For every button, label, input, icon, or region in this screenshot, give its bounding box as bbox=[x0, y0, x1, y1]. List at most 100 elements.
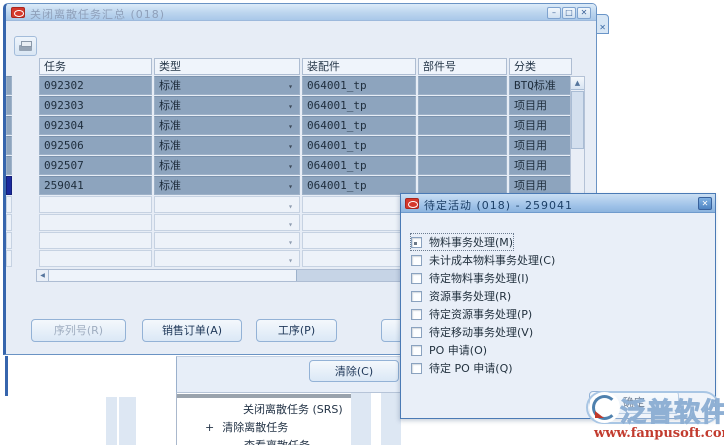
chevron-down-icon[interactable]: ▾ bbox=[284, 218, 297, 231]
chevron-down-icon[interactable]: ▾ bbox=[284, 80, 297, 93]
assembly-cell[interactable] bbox=[302, 232, 416, 249]
type-cell[interactable]: 标准▾ bbox=[154, 136, 300, 155]
record-selector[interactable] bbox=[6, 156, 12, 175]
print-button[interactable] bbox=[14, 36, 37, 56]
checkbox-icon[interactable] bbox=[411, 273, 422, 284]
option-material-transactions[interactable]: 物料事务处理(M) bbox=[411, 234, 513, 250]
task-cell[interactable] bbox=[39, 232, 152, 249]
part-cell[interactable] bbox=[418, 136, 507, 155]
part-cell[interactable] bbox=[418, 96, 507, 115]
assembly-cell[interactable]: 064001_tp bbox=[302, 116, 416, 135]
column-header-assembly[interactable]: 装配件 bbox=[302, 58, 416, 75]
window-titlebar[interactable]: 关闭离散任务汇总 (018) – □ ✕ bbox=[6, 4, 596, 21]
assembly-cell[interactable]: 064001_tp bbox=[302, 76, 416, 95]
clear-button[interactable]: 清除(C) bbox=[309, 360, 399, 382]
assembly-cell[interactable] bbox=[302, 196, 416, 213]
chevron-down-icon[interactable]: ▾ bbox=[284, 200, 297, 213]
checkbox-icon[interactable] bbox=[411, 291, 422, 302]
option-pending-resource-transactions[interactable]: 待定资源事务处理(P) bbox=[411, 306, 532, 322]
task-cell[interactable]: 092507 bbox=[39, 156, 152, 175]
type-cell[interactable]: ▾ bbox=[154, 196, 300, 213]
chevron-down-icon[interactable]: ▾ bbox=[284, 236, 297, 249]
category-cell[interactable]: 项目用 bbox=[509, 156, 572, 175]
scroll-up-icon[interactable]: ▲ bbox=[571, 77, 584, 90]
category-cell[interactable]: BTQ标准 bbox=[509, 76, 572, 95]
task-cell[interactable] bbox=[39, 214, 152, 231]
close-icon[interactable]: ✕ bbox=[599, 23, 606, 32]
checkbox-icon[interactable] bbox=[411, 309, 422, 320]
menu-item-close-discrete-srs[interactable]: 关闭离散任务 (SRS) bbox=[243, 401, 343, 417]
checkbox-icon[interactable] bbox=[411, 255, 422, 266]
category-cell[interactable]: 项目用 bbox=[509, 116, 572, 135]
task-cell[interactable] bbox=[39, 196, 152, 213]
part-cell[interactable] bbox=[418, 156, 507, 175]
operation-button[interactable]: 工序(P) bbox=[256, 319, 337, 342]
record-selector[interactable] bbox=[6, 96, 12, 115]
record-selector[interactable] bbox=[6, 116, 12, 135]
tree-plus-icon[interactable]: + bbox=[205, 421, 214, 434]
column-header-task[interactable]: 任务 bbox=[39, 58, 152, 75]
category-cell[interactable]: 项目用 bbox=[509, 136, 572, 155]
type-cell[interactable]: 标准▾ bbox=[154, 96, 300, 115]
column-header-category[interactable]: 分类 bbox=[509, 58, 572, 75]
part-cell[interactable] bbox=[418, 76, 507, 95]
serial-number-button[interactable]: 序列号(R) bbox=[31, 319, 126, 342]
type-cell[interactable]: ▾ bbox=[154, 232, 300, 249]
task-cell[interactable]: 092302 bbox=[39, 76, 152, 95]
menu-item-purge-discrete[interactable]: +清除离散任务 bbox=[205, 419, 288, 435]
option-resource-transactions[interactable]: 资源事务处理(R) bbox=[411, 288, 511, 304]
assembly-cell[interactable]: 064001_tp bbox=[302, 96, 416, 115]
record-selector[interactable] bbox=[6, 196, 12, 213]
assembly-cell[interactable] bbox=[302, 250, 416, 267]
option-po-requisitions[interactable]: PO 申请(O) bbox=[411, 342, 487, 358]
maximize-button[interactable]: □ bbox=[562, 7, 576, 19]
vertical-scroll-thumb[interactable] bbox=[571, 91, 584, 149]
option-pending-move-transactions[interactable]: 待定移动事务处理(V) bbox=[411, 324, 533, 340]
type-cell[interactable]: 标准▾ bbox=[154, 76, 300, 95]
chevron-down-icon[interactable]: ▾ bbox=[284, 100, 297, 113]
record-selector[interactable] bbox=[6, 76, 12, 95]
chevron-down-icon[interactable]: ▾ bbox=[284, 140, 297, 153]
type-cell[interactable]: ▾ bbox=[154, 250, 300, 267]
record-selector[interactable] bbox=[6, 250, 12, 267]
record-selector-selected[interactable] bbox=[6, 176, 12, 195]
chevron-down-icon[interactable]: ▾ bbox=[284, 254, 297, 267]
column-header-part-number[interactable]: 部件号 bbox=[418, 58, 507, 75]
close-button[interactable]: ✕ bbox=[577, 7, 591, 19]
type-cell[interactable]: 标准▾ bbox=[154, 156, 300, 175]
checkbox-icon[interactable] bbox=[411, 345, 422, 356]
menu-item-view-discrete[interactable]: 查看离散任务 bbox=[244, 437, 310, 445]
minimize-button[interactable]: – bbox=[547, 7, 561, 19]
sales-order-button[interactable]: 销售订单(A) bbox=[142, 319, 242, 342]
dialog-titlebar[interactable]: 待定活动 (018) - 259041 ✕ bbox=[401, 194, 715, 213]
column-header-type[interactable]: 类型 bbox=[154, 58, 300, 75]
chevron-down-icon[interactable]: ▾ bbox=[284, 180, 297, 193]
task-cell[interactable]: 092303 bbox=[39, 96, 152, 115]
task-cell[interactable] bbox=[39, 250, 152, 267]
checkbox-icon[interactable] bbox=[411, 237, 422, 248]
type-cell[interactable]: 标准▾ bbox=[154, 176, 300, 195]
option-uncosted-material-transactions[interactable]: 未计成本物料事务处理(C) bbox=[411, 252, 555, 268]
type-cell[interactable]: ▾ bbox=[154, 214, 300, 231]
dialog-close-button[interactable]: ✕ bbox=[698, 197, 712, 210]
checkbox-icon[interactable] bbox=[411, 327, 422, 338]
record-selector[interactable] bbox=[6, 214, 12, 231]
checkbox-icon[interactable] bbox=[411, 363, 422, 374]
task-cell[interactable]: 092304 bbox=[39, 116, 152, 135]
assembly-cell[interactable]: 064001_tp bbox=[302, 176, 416, 195]
chevron-down-icon[interactable]: ▾ bbox=[284, 120, 297, 133]
horizontal-scroll-thumb[interactable] bbox=[49, 270, 297, 281]
category-cell[interactable]: 项目用 bbox=[509, 96, 572, 115]
option-pending-material-transactions[interactable]: 待定物料事务处理(I) bbox=[411, 270, 529, 286]
assembly-cell[interactable]: 064001_tp bbox=[302, 136, 416, 155]
task-cell[interactable]: 092506 bbox=[39, 136, 152, 155]
scroll-left-icon[interactable]: ◀ bbox=[37, 270, 49, 281]
record-selector[interactable] bbox=[6, 232, 12, 249]
chevron-down-icon[interactable]: ▾ bbox=[284, 160, 297, 173]
part-cell[interactable] bbox=[418, 116, 507, 135]
task-cell[interactable]: 259041 bbox=[39, 176, 152, 195]
assembly-cell[interactable] bbox=[302, 214, 416, 231]
option-pending-po-requisitions[interactable]: 待定 PO 申请(Q) bbox=[411, 360, 513, 376]
type-cell[interactable]: 标准▾ bbox=[154, 116, 300, 135]
assembly-cell[interactable]: 064001_tp bbox=[302, 156, 416, 175]
